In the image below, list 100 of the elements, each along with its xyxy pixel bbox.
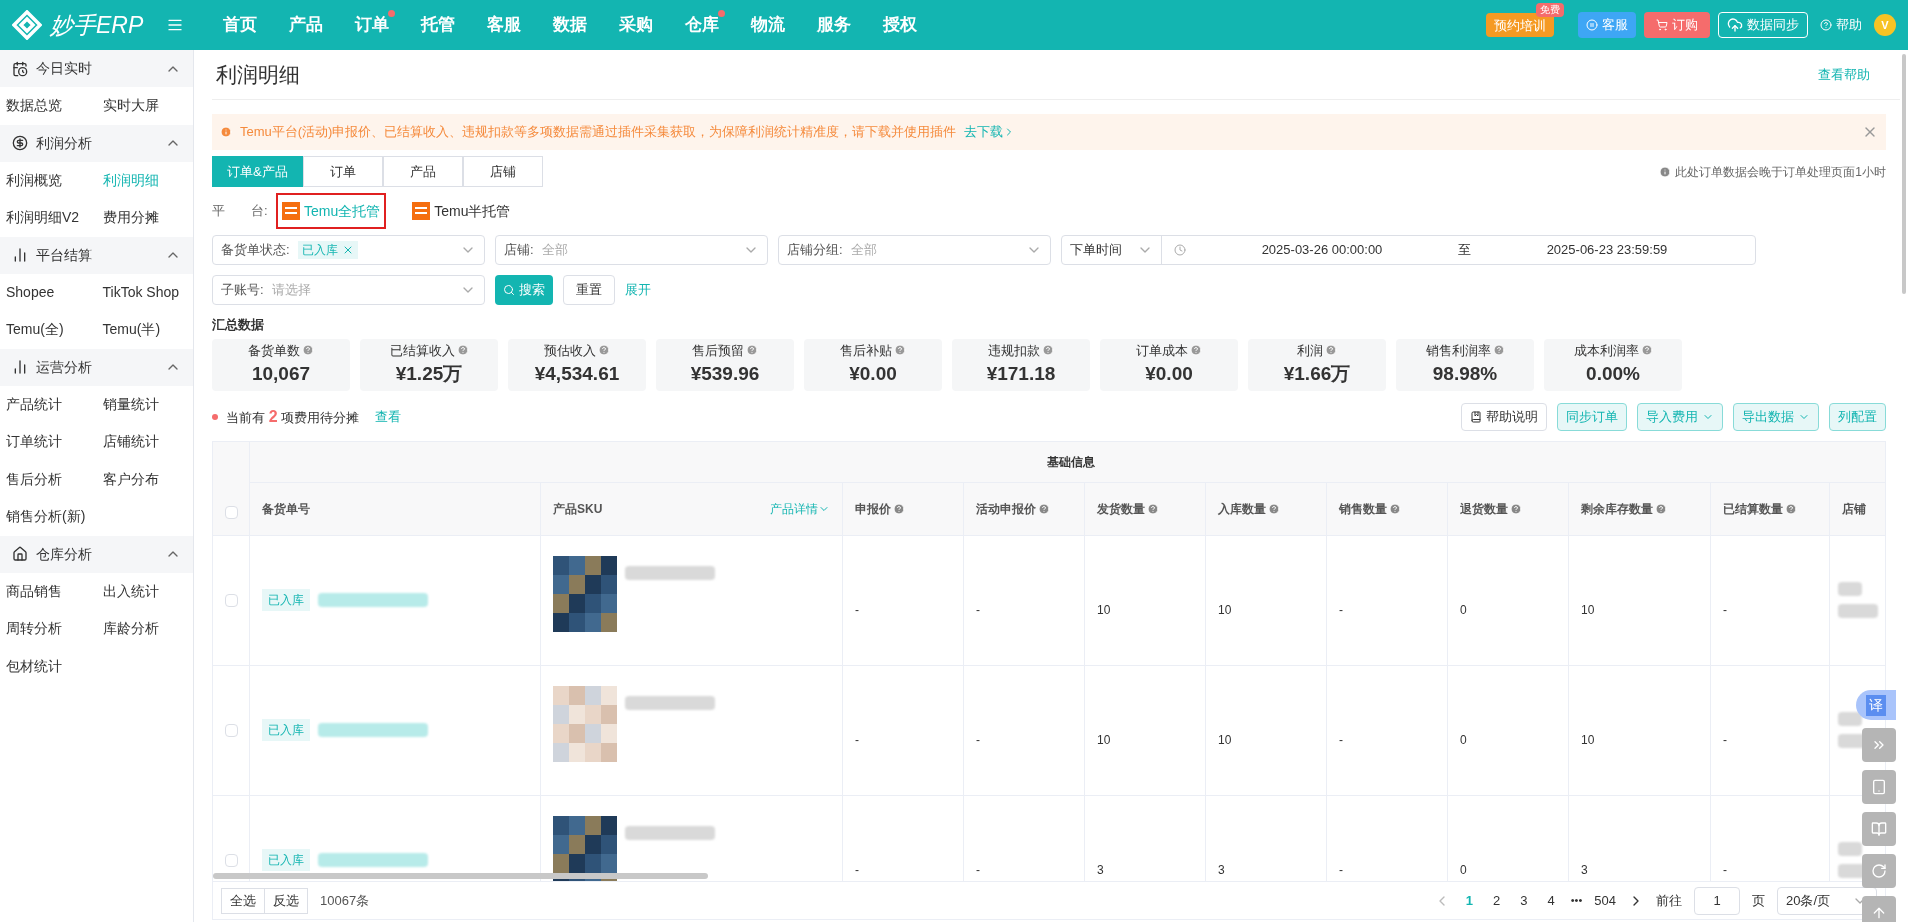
sidebar-item[interactable]: 包材统计 [0,647,97,685]
sidebar-item[interactable]: 客户分布 [96,460,193,498]
sidebar-item[interactable]: Shopee [0,273,97,311]
page-title: 利润明细 [215,61,300,88]
help-icon [1492,344,1505,357]
sidebar-item[interactable]: 利润明细V2 [0,199,97,237]
platform-label: 平 台: [212,202,269,221]
sidebar-item[interactable]: 销售分析(新) [0,498,97,536]
temu-logo-icon [282,202,300,220]
sidebar-section-header[interactable]: 平台结算 [0,236,193,274]
page-number[interactable]: 2 [1489,890,1505,911]
card-label: 成本利润率 [1573,340,1653,360]
help-icon [456,344,469,357]
tab[interactable]: 产品 [382,156,463,187]
help-icon [1325,344,1337,357]
refresh-button[interactable] [1862,854,1896,888]
table-cell: - [964,665,1085,795]
sidebar-section-header[interactable]: 利润分析 [0,124,193,162]
menu-icon[interactable] [167,17,184,33]
card-value: ¥171.18 [986,362,1056,386]
select-field[interactable]: 子账号: 请选择 [212,275,485,305]
checkbox[interactable] [224,853,238,867]
placeholder: 全部 [541,241,569,260]
checkbox[interactable] [224,593,238,607]
table-cell: 3 [1206,795,1327,881]
card-label: 预估收入 [544,340,610,360]
blurred-text [1838,842,1862,856]
table-cell: - [964,535,1085,665]
table-cell: - [843,665,964,795]
platform-option[interactable]: Temu半托管 [406,193,517,229]
select-field[interactable]: 店铺分组: 全部 [778,235,1051,265]
tab[interactable]: 订单 [302,156,383,187]
sidebar-item[interactable]: 销量统计 [96,385,193,423]
action-button[interactable]: 帮助说明 [1461,402,1547,431]
placeholder: 请选择 [271,281,312,300]
sidebar-item[interactable]: 费用分摊 [96,199,193,237]
sidebar-item[interactable]: 出入统计 [96,572,193,610]
sidebar-item[interactable]: 产品统计 [0,385,97,423]
tab[interactable]: 店铺 [462,156,543,187]
book-button[interactable] [1862,812,1896,846]
column-header: 已结算数量 [1723,500,1783,518]
table-cell: - [1711,535,1830,665]
card-label: 利润 [1297,340,1337,360]
collapse-button[interactable] [1862,728,1896,762]
sidebar-section-header[interactable]: 仓库分析 [0,535,193,573]
status-select[interactable]: 备货单状态: 已入库 [212,235,485,265]
sidebar-item[interactable]: Temu(全) [0,311,97,349]
page-number[interactable]: 504 [1594,890,1616,911]
cart-icon [1656,19,1668,31]
section-title: 运营分析 [36,357,93,377]
sidebar-section-header[interactable]: 运营分析 [0,348,193,386]
sidebar-item[interactable]: 订单统计 [0,423,97,461]
column-header: 店铺 [1842,500,1866,518]
search-icon [503,284,515,296]
checkbox[interactable] [224,505,238,519]
free-badge: 免费 [1536,2,1564,17]
sidebar-item[interactable]: TikTok Shop [96,273,193,311]
sidebar-item[interactable]: 利润概览 [0,161,97,199]
checkbox[interactable] [224,723,238,737]
table-cell: 0 [1448,665,1569,795]
placeholder: 全部 [850,241,878,260]
sidebar-item[interactable]: 库龄分析 [96,610,193,648]
sidebar-item[interactable]: 商品销售 [0,572,97,610]
card-label: 订单成本 [1136,340,1202,360]
section-icon [12,135,28,151]
sidebar-item[interactable]: 售后分析 [0,460,97,498]
page-number[interactable]: 4 [1543,890,1559,911]
sidebar-item[interactable]: 实时大屏 [96,87,193,125]
page-input[interactable]: 1 [1694,886,1740,915]
table-cell: - [1711,795,1830,881]
select-all-button[interactable]: 全选 [221,887,265,914]
sidebar-item[interactable]: 数据总览 [0,87,97,125]
card-value: ¥1.25万 [395,362,463,386]
horizontal-scrollbar[interactable] [213,873,708,879]
card-value: 10,067 [251,362,311,386]
sidebar-item[interactable]: 店铺统计 [96,423,193,461]
field-label: 店铺分组: [787,241,843,260]
card-value: ¥4,534.61 [534,362,620,386]
help-icon [746,344,758,357]
page-number[interactable]: 3 [1516,890,1532,911]
tablet-button[interactable] [1862,770,1896,804]
sidebar-item[interactable]: 周转分析 [0,610,97,648]
table-cell: - [1327,665,1448,795]
table-cell: 10 [1085,665,1206,795]
table-cell: 3 [1569,795,1711,881]
goto-label: 前往 [1656,891,1682,910]
temu-logo-icon [412,202,431,220]
invert-selection-button[interactable]: 反选 [265,887,308,914]
scroll-top-button[interactable] [1862,896,1896,922]
column-header: 销售数量 [1339,500,1387,518]
table-cell: - [1327,535,1448,665]
reset-button[interactable]: 重置 [563,275,615,305]
sidebar-item[interactable]: Temu(半) [96,311,193,349]
page-ellipsis[interactable]: ••• [1570,892,1583,909]
card-label: 违规扣款 [988,340,1054,360]
select-field[interactable]: 店铺: 全部 [495,235,768,265]
section-title: 仓库分析 [36,544,93,564]
column-header: 退货数量 [1460,500,1508,518]
sidebar-section-header[interactable]: 今日实时 [0,50,193,87]
scrollbar-thumb[interactable] [1902,54,1906,294]
